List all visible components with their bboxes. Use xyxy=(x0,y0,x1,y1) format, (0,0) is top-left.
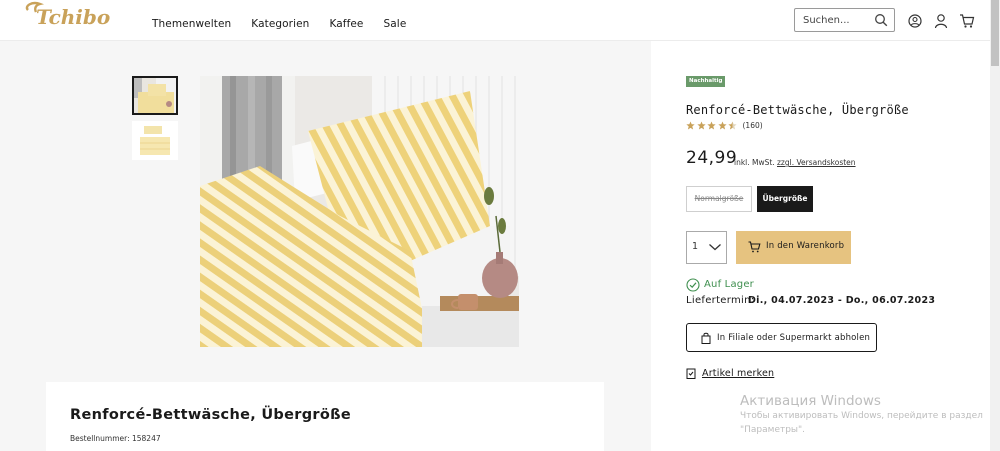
rating[interactable]: (160) xyxy=(686,121,763,130)
shopping-bag-icon xyxy=(701,332,711,344)
delivery-label: Liefertermin: xyxy=(686,295,755,306)
check-circle-icon xyxy=(686,278,700,292)
nav-item-themenwelten[interactable]: Themenwelten xyxy=(152,18,231,30)
shipping-costs-link[interactable]: zzgl. Versandskosten xyxy=(777,158,856,167)
thumbnail-folded-bedding[interactable] xyxy=(132,121,178,160)
page-scrollbar[interactable] xyxy=(990,0,1000,451)
star-half-icon xyxy=(728,121,737,130)
svg-text:Tchibo: Tchibo xyxy=(36,5,110,29)
size-option-normal[interactable]: Normalgröße xyxy=(686,186,752,212)
delivery-date: Di., 04.07.2023 - Do., 06.07.2023 xyxy=(748,295,936,306)
nav-item-sale[interactable]: Sale xyxy=(384,18,407,30)
star-full-icon xyxy=(707,121,716,130)
windows-activation-text: Чтобы активировать Windows, перейдите в … xyxy=(740,411,983,421)
star-full-icon xyxy=(686,121,695,130)
main-nav: Themenwelten Kategorien Kaffee Sale xyxy=(152,18,426,30)
price: 24,99 xyxy=(686,148,738,168)
store-pickup-button[interactable]: In Filiale oder Supermarkt abholen xyxy=(686,323,877,352)
main-product-image[interactable] xyxy=(200,76,519,347)
size-option-oversize[interactable]: Übergröße xyxy=(757,186,813,212)
info-product-title: Renforcé-Bettwäsche, Übergröße xyxy=(70,407,351,423)
review-count[interactable]: (160) xyxy=(743,121,763,130)
locator-icon[interactable] xyxy=(907,13,923,29)
product-info-card: Renforcé-Bettwäsche, Übergröße Bestellnu… xyxy=(46,382,604,451)
wishlist-link[interactable]: Artikel merken xyxy=(702,368,774,379)
search-box xyxy=(794,8,895,32)
cart-icon xyxy=(748,241,761,253)
search-input[interactable] xyxy=(803,13,873,28)
bedroom-thumbnail-image xyxy=(134,78,176,113)
stock-status: Auf Lager xyxy=(704,279,754,290)
nav-item-kategorien[interactable]: Kategorien xyxy=(251,18,309,30)
search-icon[interactable] xyxy=(874,13,888,27)
star-full-icon xyxy=(717,121,727,130)
order-number: Bestellnummer: 158247 xyxy=(70,434,161,443)
windows-activation-text-2: "Параметры". xyxy=(740,425,806,435)
quantity-value: 1 xyxy=(692,241,699,252)
tchibo-logo[interactable]: Tchibo xyxy=(22,0,124,32)
product-title: Renforcé-Bettwäsche, Übergröße xyxy=(686,103,909,117)
sustainable-badge: Nachhaltig xyxy=(686,76,726,87)
folded-bedding-thumbnail-image xyxy=(132,121,178,160)
add-to-cart-label: In den Warenkorb xyxy=(766,241,845,251)
vat-note: inkl. MwSt. xyxy=(734,158,775,167)
windows-activation-title: Активация Windows xyxy=(740,393,881,409)
add-to-cart-button[interactable]: In den Warenkorb xyxy=(736,231,851,264)
nav-item-kaffee[interactable]: Kaffee xyxy=(329,18,363,30)
quantity-select[interactable]: 1 xyxy=(686,231,727,264)
site-header: Tchibo Themenwelten Kategorien Kaffee Sa… xyxy=(0,0,990,41)
bookmark-icon xyxy=(686,368,696,379)
user-icon[interactable] xyxy=(933,13,949,29)
store-pickup-label: In Filiale oder Supermarkt abholen xyxy=(717,333,871,343)
scrollbar-thumb[interactable] xyxy=(991,0,999,66)
star-full-icon xyxy=(696,121,706,130)
thumbnail-bedroom[interactable] xyxy=(132,76,178,115)
chevron-down-icon xyxy=(709,244,721,251)
bedding-photo xyxy=(200,76,519,347)
cart-icon[interactable] xyxy=(959,13,975,29)
